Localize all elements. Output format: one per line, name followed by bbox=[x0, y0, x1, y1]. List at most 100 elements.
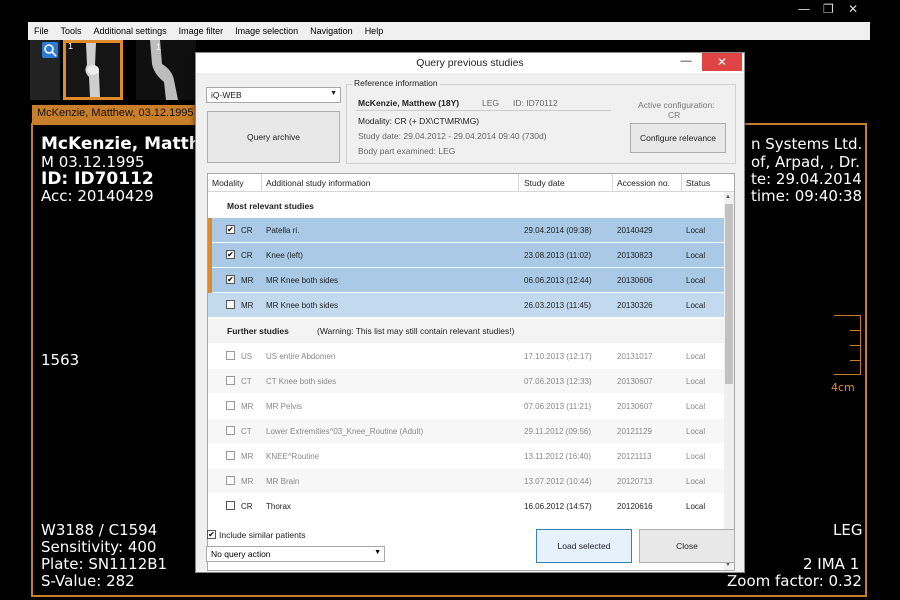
cell-date: 07.06.2013 (12:33) bbox=[524, 377, 592, 386]
scroll-up-icon[interactable]: ▲ bbox=[725, 194, 731, 200]
table-row[interactable]: MR MR Brain 13.07.2012 (10:44) 20120713 … bbox=[208, 469, 724, 494]
reference-modality: Modality: CR (+ DX\CT\MR\MG) bbox=[358, 116, 480, 126]
scale-ruler bbox=[833, 315, 861, 375]
overlay-sensitivity: Sensitivity: 400 bbox=[41, 538, 157, 556]
cell-accession: 20121129 bbox=[617, 427, 652, 436]
table-row[interactable]: CT Lower Extremities^03_Knee_Routine (Ad… bbox=[208, 419, 724, 444]
cell-info: MR Brain bbox=[266, 477, 300, 486]
close-icon[interactable]: ✕ bbox=[702, 53, 742, 71]
reference-information-legend: Reference information bbox=[352, 78, 440, 88]
search-icon[interactable] bbox=[42, 42, 58, 58]
cell-status: Local bbox=[686, 477, 706, 486]
column-status[interactable]: Status bbox=[686, 178, 710, 188]
row-checkbox[interactable] bbox=[226, 351, 235, 360]
row-checkbox[interactable] bbox=[226, 401, 235, 410]
cell-info: Knee (left) bbox=[266, 251, 303, 260]
thumbnail-number: 1 bbox=[156, 42, 162, 52]
reference-body-part: Body part examined: LEG bbox=[358, 146, 456, 156]
include-similar-checkbox[interactable]: ✔ bbox=[207, 530, 216, 539]
row-checkbox[interactable]: ✔ bbox=[226, 275, 235, 284]
overlay-patient-name: McKenzie, Matthe bbox=[41, 134, 213, 154]
menu-additional-settings[interactable]: Additional settings bbox=[88, 26, 173, 36]
table-row[interactable]: MR MR Pelvis 07.06.2013 (11:21) 20130607… bbox=[208, 394, 724, 419]
restore-icon[interactable]: ❐ bbox=[823, 2, 834, 16]
configure-relevance-button[interactable]: Configure relevance bbox=[630, 123, 726, 153]
cell-info: Lower Extremities^03_Knee_Routine (Adult… bbox=[266, 427, 424, 436]
cell-info: Patella ri. bbox=[266, 226, 300, 235]
table-row[interactable]: CT CT Knee both sides 07.06.2013 (12:33)… bbox=[208, 369, 724, 394]
chevron-down-icon: ▼ bbox=[374, 549, 381, 556]
table-row[interactable]: ✔ CR Patella ri. 29.04.2014 (09:38) 2014… bbox=[208, 218, 724, 243]
cell-accession: 20130606 bbox=[617, 276, 653, 285]
menu-bar: File Tools Additional settings Image fil… bbox=[28, 22, 870, 40]
cell-date: 26.03.2013 (11:45) bbox=[524, 301, 592, 310]
menu-image-selection[interactable]: Image selection bbox=[229, 26, 304, 36]
row-checkbox[interactable] bbox=[226, 476, 235, 485]
cell-accession: 20130607 bbox=[617, 402, 653, 411]
cell-accession: 20121113 bbox=[617, 452, 652, 461]
cell-accession: 20130607 bbox=[617, 377, 653, 386]
cell-status: Local bbox=[686, 452, 706, 461]
menu-tools[interactable]: Tools bbox=[55, 26, 88, 36]
scrollbar-thumb[interactable] bbox=[725, 204, 733, 384]
cell-modality: CR bbox=[241, 502, 253, 511]
query-action-select[interactable]: No query action ▼ bbox=[206, 546, 385, 562]
menu-file[interactable]: File bbox=[28, 26, 55, 36]
close-button[interactable]: Close bbox=[639, 529, 735, 563]
overlay-physician: of, Arpad, , Dr. bbox=[751, 153, 860, 171]
chevron-down-icon: ▼ bbox=[330, 90, 337, 97]
table-row[interactable]: ✔ MR MR Knee both sides 06.06.2013 (12:4… bbox=[208, 268, 724, 293]
row-checkbox[interactable] bbox=[226, 501, 235, 510]
overlay-window: W3188 / C1594 bbox=[41, 521, 158, 539]
minimize-icon[interactable]: — bbox=[673, 53, 699, 71]
cell-modality: MR bbox=[241, 301, 254, 310]
overlay-acc: Acc: 20140429 bbox=[41, 187, 154, 205]
column-study-date[interactable]: Study date bbox=[524, 178, 565, 188]
query-archive-button[interactable]: Query archive bbox=[207, 111, 340, 163]
cell-info: MR Knee both sides bbox=[266, 301, 339, 310]
row-checkbox[interactable] bbox=[226, 426, 235, 435]
column-modality[interactable]: Modality bbox=[212, 178, 244, 188]
table-header: Modality Additional study information St… bbox=[208, 174, 734, 192]
cell-status: Local bbox=[686, 352, 706, 361]
archive-source-select[interactable]: iQ-WEB ▼ bbox=[206, 87, 341, 103]
cell-status: Local bbox=[686, 427, 706, 436]
overlay-zoom: Zoom factor: 0.32 bbox=[727, 572, 862, 590]
column-additional-info[interactable]: Additional study information bbox=[266, 178, 370, 188]
cell-modality: CR bbox=[241, 251, 253, 260]
cell-date: 16.06.2012 (14:57) bbox=[524, 502, 592, 511]
table-row[interactable]: US US entire Abdomen 17.10.2013 (12:17) … bbox=[208, 344, 724, 369]
menu-navigation[interactable]: Navigation bbox=[304, 26, 359, 36]
cell-modality: CT bbox=[241, 377, 252, 386]
column-accession[interactable]: Accession no. bbox=[617, 178, 670, 188]
thumbnail-toolbar bbox=[30, 40, 60, 100]
thumbnail-1[interactable]: 1 bbox=[63, 40, 123, 100]
cell-modality: MR bbox=[241, 402, 254, 411]
archive-source-value: iQ-WEB bbox=[211, 90, 242, 100]
relevance-marker bbox=[208, 268, 212, 293]
thumbnail-2[interactable]: 1 bbox=[136, 40, 196, 100]
close-icon[interactable]: ✕ bbox=[848, 2, 858, 16]
load-selected-button[interactable]: Load selected bbox=[536, 529, 632, 563]
table-row[interactable]: CR Thorax 16.06.2012 (14:57) 20120616 Lo… bbox=[208, 494, 724, 519]
group-most-relevant: Most relevant studies bbox=[208, 194, 724, 218]
menu-help[interactable]: Help bbox=[359, 26, 390, 36]
table-row[interactable]: ✔ CR Knee (left) 23.08.2013 (11:02) 2013… bbox=[208, 243, 724, 268]
table-row[interactable]: MR KNEE^Routine 13.11.2012 (16:40) 20121… bbox=[208, 444, 724, 469]
minimize-icon[interactable]: — bbox=[798, 2, 810, 16]
row-checkbox[interactable]: ✔ bbox=[226, 250, 235, 259]
overlay-institution: n Systems Ltd. bbox=[751, 135, 863, 153]
menu-image-filter[interactable]: Image filter bbox=[173, 26, 230, 36]
table-row[interactable]: MR MR Knee both sides 26.03.2013 (11:45)… bbox=[208, 293, 724, 318]
cell-accession: 20140429 bbox=[617, 226, 653, 235]
reference-region: LEG bbox=[482, 98, 500, 108]
cell-date: 23.08.2013 (11:02) bbox=[524, 251, 592, 260]
cell-status: Local bbox=[686, 276, 706, 285]
row-checkbox[interactable] bbox=[226, 300, 235, 309]
row-checkbox[interactable] bbox=[226, 451, 235, 460]
row-checkbox[interactable]: ✔ bbox=[226, 225, 235, 234]
row-checkbox[interactable] bbox=[226, 376, 235, 385]
viewer-tab[interactable]: McKenzie, Matthew, 03.12.1995 bbox=[32, 105, 200, 123]
cell-date: 07.06.2013 (11:21) bbox=[524, 402, 592, 411]
table-scrollbar[interactable]: ▲ ▼ bbox=[724, 192, 734, 570]
